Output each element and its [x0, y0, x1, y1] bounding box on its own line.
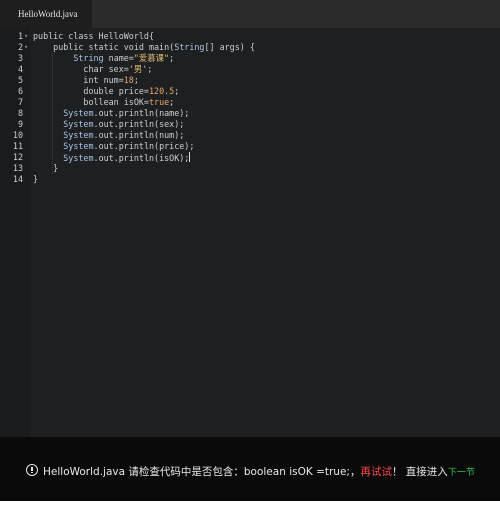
- code-line[interactable]: 12 System.out.println(isOK);: [0, 152, 500, 163]
- line-number: 14: [12, 174, 23, 184]
- code-text: System.out.println(price);: [33, 141, 194, 152]
- code-token: System: [63, 130, 94, 140]
- code-token: .out.println(price);: [93, 141, 195, 151]
- code-token: String: [174, 42, 205, 52]
- code-token: ;: [147, 64, 153, 74]
- line-number: 9: [17, 119, 23, 129]
- code-token: .out.println(isOK);: [93, 153, 190, 163]
- code-text: public class HelloWorld{: [33, 31, 154, 42]
- line-number: 12: [12, 152, 23, 162]
- code-line[interactable]: 14}: [0, 174, 500, 185]
- tab-helloworld-java[interactable]: HelloWorld.java: [0, 0, 92, 28]
- code-token: ;: [174, 86, 180, 96]
- code-line[interactable]: 9 System.out.println(sex);: [0, 119, 500, 130]
- code-line[interactable]: 10 System.out.println(num);: [0, 130, 500, 141]
- code-token: System: [63, 141, 94, 151]
- code-text: String name="爱慕课";: [33, 53, 174, 64]
- code-text: public static void main(String[] args) {: [33, 42, 255, 53]
- code-text: bollean isOK=true;: [33, 97, 174, 108]
- code-token: char sex=: [33, 64, 129, 74]
- code-token: "爱慕课": [133, 53, 170, 63]
- code-token: .out.println(sex);: [93, 119, 185, 129]
- line-number: 5: [17, 75, 23, 85]
- code-line[interactable]: 4 char sex='男';: [0, 64, 500, 75]
- code-token: bollean isOK=: [33, 97, 149, 107]
- code-text: }: [33, 174, 38, 185]
- code-line[interactable]: 8 System.out.println(name);: [0, 108, 500, 119]
- code-token: System: [63, 119, 94, 129]
- line-number: 3: [17, 53, 23, 63]
- line-number: 6: [17, 86, 23, 96]
- code-line[interactable]: 13 }: [0, 163, 500, 174]
- line-number: 7: [17, 97, 23, 107]
- code-text: }: [33, 163, 58, 174]
- code-token: }: [33, 163, 59, 173]
- line-number: 2: [17, 42, 23, 52]
- code-text: System.out.println(name);: [33, 108, 189, 119]
- text-cursor: [189, 152, 191, 162]
- code-token: }: [33, 174, 39, 184]
- line-number: 4: [17, 64, 23, 74]
- code-token: [] args) {: [204, 42, 255, 52]
- code-token: 18: [123, 75, 134, 85]
- code-line[interactable]: 2 ▾ public static void main(String[] args…: [0, 42, 500, 53]
- code-token: .out.println(num);: [93, 130, 185, 140]
- code-token: true: [148, 97, 170, 107]
- code-token: name=: [103, 53, 134, 63]
- info-icon: [26, 464, 38, 476]
- message-bar: HelloWorld.java 请检查代码中是否包含：boolean isOK …: [0, 437, 500, 501]
- code-text: double price=120.5;: [33, 86, 179, 97]
- code-area[interactable]: 1 ▾ public class HelloWorld{2 ▾ public stat…: [0, 28, 500, 437]
- code-token: ;: [169, 53, 175, 63]
- code-token: .out.println(name);: [93, 108, 190, 118]
- code-line[interactable]: 11 System.out.println(price);: [0, 141, 500, 152]
- app-window: HelloWorld.java 1 ▾ public class HelloWorl…: [0, 0, 500, 505]
- code-token: int num=: [33, 75, 124, 85]
- line-number: 1: [17, 31, 23, 41]
- retry-link[interactable]: 再试试: [360, 466, 392, 478]
- code-text: System.out.println(sex);: [33, 119, 184, 130]
- code-token: System: [63, 153, 94, 163]
- code-token: public static void main(: [33, 42, 175, 52]
- code-text: char sex='男';: [33, 64, 152, 75]
- code-token: System: [63, 108, 94, 118]
- code-editor[interactable]: 1 ▾ public class HelloWorld{2 ▾ public stat…: [0, 28, 500, 437]
- code-text: int num=18;: [33, 75, 139, 86]
- code-line[interactable]: 6 double price=120.5;: [0, 86, 500, 97]
- validation-message: HelloWorld.java 请检查代码中是否包含：boolean isOK …: [26, 463, 475, 478]
- fold-toggle-icon[interactable]: ▾: [24, 42, 28, 53]
- code-token: ;: [133, 75, 139, 85]
- code-token: ;: [169, 97, 175, 107]
- line-number: 8: [17, 108, 23, 118]
- fold-toggle-icon[interactable]: ▾: [24, 31, 28, 42]
- line-number: 10: [12, 130, 23, 140]
- code-line[interactable]: 7 bollean isOK=true;: [0, 97, 500, 108]
- next-section-link[interactable]: 下一节: [448, 468, 475, 478]
- code-line[interactable]: 1 ▾ public class HelloWorld{: [0, 31, 500, 42]
- code-token: 120.5: [148, 86, 175, 96]
- code-token: double price=: [33, 86, 149, 96]
- message-after-retry: ！ 直接进入: [391, 466, 448, 478]
- code-token: '男': [128, 64, 148, 74]
- code-token: public class HelloWorld{: [33, 31, 155, 41]
- line-number: 13: [12, 163, 23, 173]
- code-line[interactable]: 5 int num=18;: [0, 75, 500, 86]
- line-number: 11: [12, 141, 23, 151]
- message-text: HelloWorld.java 请检查代码中是否包含：boolean isOK …: [43, 466, 361, 478]
- tab-label: HelloWorld.java: [18, 9, 78, 19]
- code-text: System.out.println(num);: [33, 130, 184, 141]
- code-token: String: [73, 53, 104, 63]
- tab-bar: HelloWorld.java: [0, 0, 500, 28]
- code-line[interactable]: 3 String name="爱慕课";: [0, 53, 500, 64]
